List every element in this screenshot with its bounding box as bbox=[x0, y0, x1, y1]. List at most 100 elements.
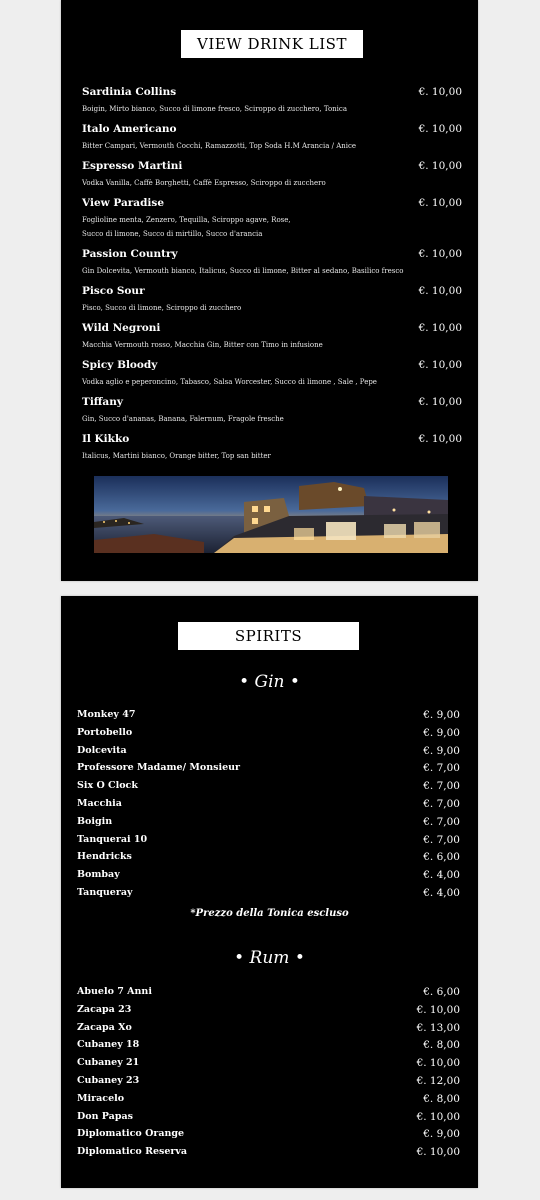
spirit-name: Tanqueray bbox=[77, 887, 133, 898]
rum-row: Zacapa 23 €. 10,00 bbox=[77, 1004, 460, 1022]
spirit-price: €. 4,00 bbox=[423, 869, 460, 882]
drink-name: Tiffany bbox=[82, 396, 123, 408]
rum-row: Cubaney 21 €. 10,00 bbox=[77, 1057, 460, 1075]
rum-row: Zacapa Xo €. 13,00 bbox=[77, 1022, 460, 1040]
spirit-price: €. 7,00 bbox=[423, 815, 460, 828]
gin-heading: • Gin • bbox=[239, 672, 300, 692]
spirit-price: €. 6,00 bbox=[423, 986, 460, 998]
drink-name: Espresso Martini bbox=[82, 160, 183, 172]
spirit-price: €. 9,00 bbox=[423, 726, 460, 739]
spirit-price: €. 9,00 bbox=[423, 744, 460, 757]
drink-description-line: Bitter Campari, Vermouth Cocchi, Ramazzo… bbox=[82, 142, 357, 150]
gin-row: Professore Madame/ Monsieur €. 7,00 bbox=[77, 762, 460, 780]
spirit-name: Professore Madame/ Monsieur bbox=[77, 762, 241, 774]
gin-row: Dolcevita €. 9,00 bbox=[77, 745, 460, 763]
drink-price: €. 10,00 bbox=[418, 285, 462, 297]
spirit-name: Six O Clock bbox=[77, 780, 138, 792]
spirit-price: €. 6,00 bbox=[423, 851, 460, 864]
spirit-price: €. 7,00 bbox=[423, 833, 460, 846]
drink-description: Boigin, Mirto bianco, Succo di limone fr… bbox=[82, 102, 392, 116]
drink-name: View Paradise bbox=[82, 197, 165, 209]
spirit-price: €. 8,00 bbox=[423, 1092, 460, 1105]
spirit-price: €. 8,00 bbox=[423, 1039, 460, 1052]
gin-row: Six O Clock €. 7,00 bbox=[77, 780, 460, 798]
rum-row: Diplomatico Reserva €. 10,00 bbox=[77, 1146, 460, 1164]
rum-row: Don Papas €. 10,00 bbox=[77, 1111, 460, 1129]
spirit-name: Diplomatico Orange bbox=[77, 1128, 185, 1140]
drink-description-line: Succo di limone, Succo di mirtillo, Succ… bbox=[82, 230, 263, 238]
spirit-name: Portobello bbox=[77, 726, 133, 738]
spirit-name: Macchia bbox=[77, 798, 122, 809]
gin-row: Monkey 47 €. 9,00 bbox=[77, 709, 460, 727]
drink-price: €. 10,00 bbox=[418, 359, 462, 371]
drink-name: Italo Americano bbox=[82, 123, 177, 135]
spirit-name: Abuelo 7 Anni bbox=[77, 986, 152, 997]
spirit-name: Zacapa 23 bbox=[77, 1003, 132, 1015]
gin-row: Bombay €. 4,00 bbox=[77, 869, 460, 887]
drink-name: Il Kikko bbox=[82, 433, 130, 445]
rum-row: Abuelo 7 Anni €. 6,00 bbox=[77, 986, 460, 1004]
spirit-name: Don Papas bbox=[77, 1110, 133, 1122]
spirit-price: €. 9,00 bbox=[423, 709, 460, 721]
drink-description: Pisco, Succo di limone, Sciroppo di zucc… bbox=[82, 301, 392, 315]
gin-row: Macchia €. 7,00 bbox=[77, 798, 460, 816]
spirit-price: €. 10,00 bbox=[416, 1110, 460, 1123]
spirit-price: €. 7,00 bbox=[423, 762, 460, 775]
spirits-title: SPIRITS bbox=[178, 622, 359, 650]
drink-list-page: VIEW DRINK LIST Sardinia Collins €. 10,00… bbox=[61, 0, 478, 581]
drink-description-line: Macchia Vermouth rosso, Macchia Gin, Bit… bbox=[82, 341, 323, 349]
drink-description: Vodka Vanilla, Caffè Borghetti, Caffè Es… bbox=[82, 176, 392, 190]
spirit-name: Dolcevita bbox=[77, 744, 127, 756]
drink-description-line: Pisco, Succo di limone, Sciroppo di zucc… bbox=[82, 304, 242, 312]
drink-price: €. 10,00 bbox=[418, 433, 462, 445]
spirit-name: Miracelo bbox=[77, 1092, 125, 1104]
drink-description-line: Vodka Vanilla, Caffè Borghetti, Caffè Es… bbox=[82, 179, 326, 187]
rum-heading: • Rum • bbox=[234, 948, 305, 968]
rum-row: Cubaney 18 €. 8,00 bbox=[77, 1039, 460, 1057]
drink-price: €. 10,00 bbox=[418, 160, 462, 172]
drink-name: Pisco Sour bbox=[82, 285, 145, 297]
spirit-price: €. 10,00 bbox=[416, 1003, 460, 1016]
drink-price: €. 10,00 bbox=[418, 396, 462, 408]
drink-description-line: Boigin, Mirto bianco, Succo di limone fr… bbox=[82, 105, 347, 113]
drink-name: Spicy Bloody bbox=[82, 359, 158, 371]
spirit-price: €. 12,00 bbox=[416, 1075, 460, 1087]
gin-row: Hendricks €. 6,00 bbox=[77, 851, 460, 869]
drink-price: €. 10,00 bbox=[418, 123, 462, 135]
tonic-note: *Prezzo della Tonica escluso bbox=[190, 908, 349, 919]
drink-description: Foglioline menta, Zenzero, Tequilla, Sci… bbox=[82, 213, 392, 241]
gin-row: Tanquerai 10 €. 7,00 bbox=[77, 834, 460, 852]
spirit-price: €. 10,00 bbox=[416, 1146, 460, 1159]
drink-list-title: VIEW DRINK LIST bbox=[181, 30, 363, 58]
drink-description-line: Vodka aglio e peperoncino, Tabasco, Sals… bbox=[82, 378, 377, 386]
drink-description: Vodka aglio e peperoncino, Tabasco, Sals… bbox=[82, 375, 392, 389]
spirit-price: €. 4,00 bbox=[423, 887, 460, 899]
drink-description: Macchia Vermouth rosso, Macchia Gin, Bit… bbox=[82, 338, 392, 352]
spirit-price: €. 10,00 bbox=[416, 1057, 460, 1070]
spirit-price: €. 7,00 bbox=[423, 780, 460, 793]
drink-description: Italicus, Martini bianco, Orange bitter,… bbox=[82, 449, 392, 463]
gin-row: Boigin €. 7,00 bbox=[77, 816, 460, 834]
spirit-name: Monkey 47 bbox=[77, 709, 136, 720]
drink-description-line: Gin Dolcevita, Vermouth bianco, Italicus… bbox=[82, 267, 404, 275]
drink-name: Sardinia Collins bbox=[82, 86, 177, 98]
spirit-name: Zacapa Xo bbox=[77, 1021, 132, 1033]
drink-description-line: Italicus, Martini bianco, Orange bitter,… bbox=[82, 452, 271, 460]
spirit-name: Hendricks bbox=[77, 851, 132, 863]
spirit-price: €. 7,00 bbox=[423, 798, 460, 810]
gin-row: Portobello €. 9,00 bbox=[77, 727, 460, 745]
drink-description-line: Gin, Succo d'ananas, Banana, Falernum, F… bbox=[82, 415, 284, 423]
drink-description: Gin Dolcevita, Vermouth bianco, Italicus… bbox=[82, 264, 404, 278]
rum-row: Miracelo €. 8,00 bbox=[77, 1093, 460, 1111]
rum-row: Cubaney 23 €. 12,00 bbox=[77, 1075, 460, 1093]
drink-description-line: Foglioline menta, Zenzero, Tequilla, Sci… bbox=[82, 216, 291, 224]
drink-price: €. 10,00 bbox=[418, 86, 462, 98]
drink-name: Passion Country bbox=[82, 248, 178, 260]
spirit-name: Cubaney 18 bbox=[77, 1039, 140, 1051]
drink-description: Bitter Campari, Vermouth Cocchi, Ramazzo… bbox=[82, 139, 392, 153]
spirit-name: Cubaney 21 bbox=[77, 1057, 140, 1069]
drink-name: Wild Negroni bbox=[82, 322, 161, 334]
panorama-photo bbox=[94, 476, 448, 553]
spirit-name: Boigin bbox=[77, 815, 113, 827]
drink-price: €. 10,00 bbox=[418, 248, 462, 260]
